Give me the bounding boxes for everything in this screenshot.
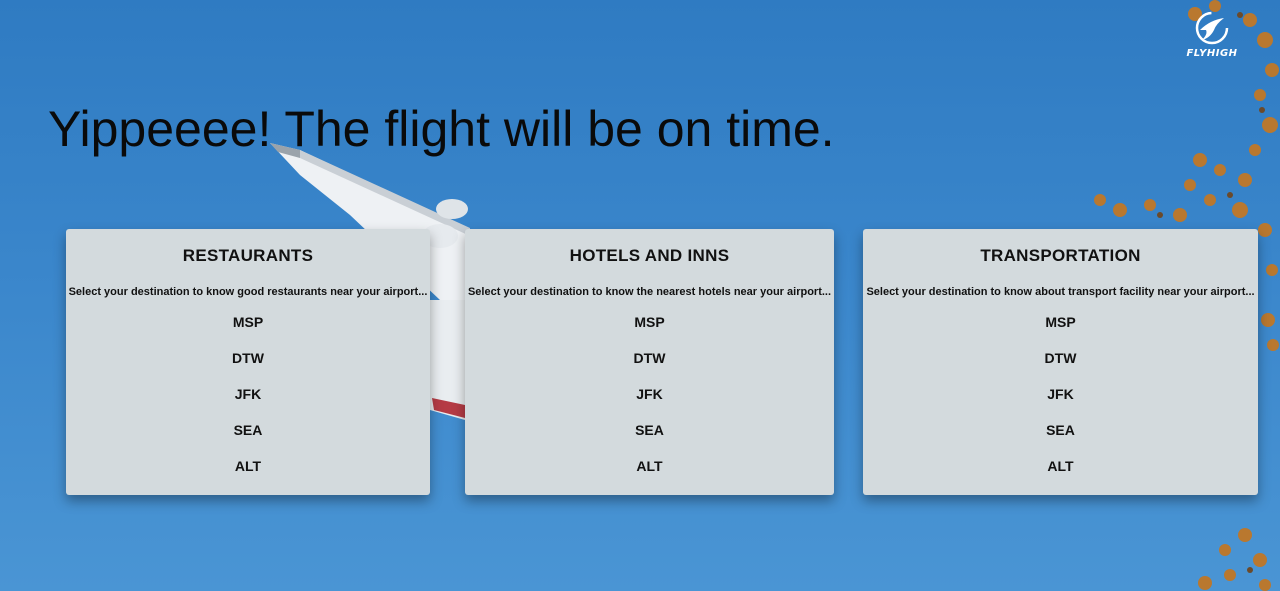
logo-text: FLYHIGH (1186, 48, 1238, 59)
airport-link-jfk[interactable]: JFK (863, 384, 1258, 420)
airport-link-alt[interactable]: ALT (465, 456, 834, 492)
airport-link-sea[interactable]: SEA (863, 420, 1258, 456)
card-description: Select your destination to know about tr… (866, 286, 1255, 298)
restaurants-card: RESTAURANTS Select your destination to k… (66, 229, 430, 495)
airport-link-msp[interactable]: MSP (66, 312, 430, 348)
airport-link-dtw[interactable]: DTW (465, 348, 834, 384)
airport-link-alt[interactable]: ALT (863, 456, 1258, 492)
hotels-card: HOTELS AND INNS Select your destination … (465, 229, 834, 495)
page-headline: Yippeeee! The flight will be on time. (48, 101, 835, 157)
airport-list: MSP DTW JFK SEA ALT (66, 312, 430, 492)
card-title: HOTELS AND INNS (569, 246, 730, 265)
airport-link-jfk[interactable]: JFK (66, 384, 430, 420)
airport-link-jfk[interactable]: JFK (465, 384, 834, 420)
card-title: TRANSPORTATION (980, 246, 1141, 265)
airport-link-dtw[interactable]: DTW (66, 348, 430, 384)
card-title: RESTAURANTS (182, 246, 314, 265)
brand-logo[interactable]: FLYHIGH (1182, 10, 1242, 59)
transportation-card: TRANSPORTATION Select your destination t… (863, 229, 1258, 495)
airport-link-alt[interactable]: ALT (66, 456, 430, 492)
airport-list: MSP DTW JFK SEA ALT (465, 312, 834, 492)
airport-link-dtw[interactable]: DTW (863, 348, 1258, 384)
airport-list: MSP DTW JFK SEA ALT (863, 312, 1258, 492)
airport-link-msp[interactable]: MSP (863, 312, 1258, 348)
card-description: Select your destination to know the near… (467, 286, 832, 298)
bird-logo-icon (1195, 11, 1229, 45)
airport-link-msp[interactable]: MSP (465, 312, 834, 348)
airport-link-sea[interactable]: SEA (465, 420, 834, 456)
airport-link-sea[interactable]: SEA (66, 420, 430, 456)
card-description: Select your destination to know good res… (68, 286, 428, 298)
